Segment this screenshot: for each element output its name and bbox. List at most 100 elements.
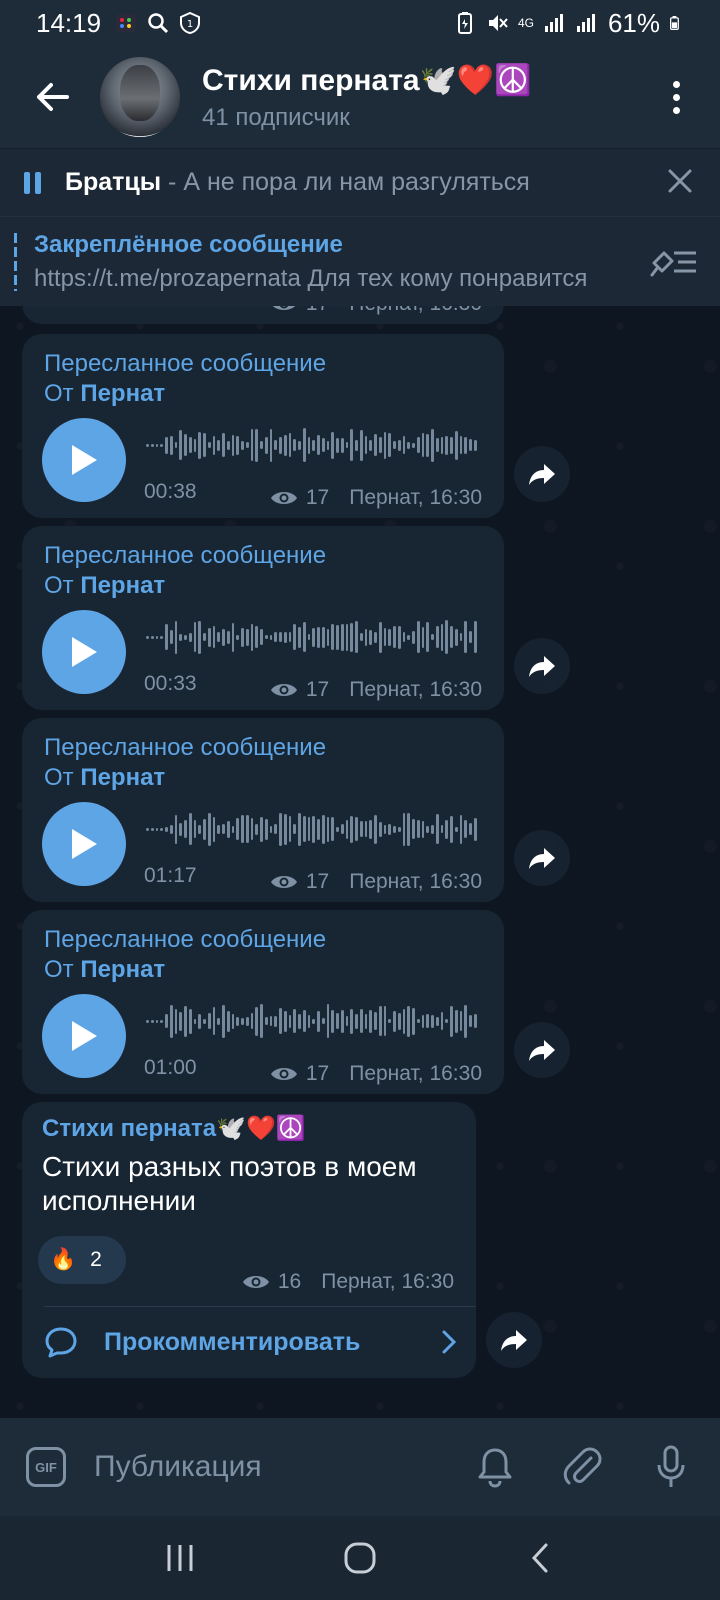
views-count: 17: [305, 486, 330, 509]
channel-avatar[interactable]: [100, 57, 180, 137]
channel-info[interactable]: Стихи перната🕊️❤️☮️ 41 подписчик: [202, 63, 532, 132]
waveform-bar: [459, 814, 463, 844]
waveform-bar: [302, 1010, 306, 1032]
waveform-bar: [350, 429, 353, 461]
waveform-bar: [174, 814, 178, 844]
chevron-right-icon: [442, 1330, 456, 1354]
forwarded-from[interactable]: От Пернат: [44, 764, 165, 792]
forwarded-from[interactable]: От Пернат: [44, 956, 165, 984]
share-button[interactable]: [514, 446, 570, 502]
forwarded-from-name[interactable]: Пернат: [80, 572, 165, 599]
waveform-bar: [302, 428, 306, 462]
author-time: Пернат, 16:30: [349, 678, 482, 701]
play-button[interactable]: [42, 802, 126, 886]
more-menu-button[interactable]: [666, 77, 686, 117]
waveform-bar: [355, 439, 358, 451]
waveform-bar: [279, 632, 282, 642]
forwarded-from-name[interactable]: Пернат: [80, 380, 165, 407]
status-time: 14:19: [36, 7, 102, 38]
waveform[interactable]: [146, 618, 477, 656]
play-icon: [72, 637, 97, 667]
bell-icon: [478, 1448, 512, 1488]
waveform[interactable]: [146, 1002, 477, 1040]
waveform-bar: [331, 1009, 334, 1033]
waveform-bar: [298, 440, 301, 450]
waveform-bar: [293, 1009, 296, 1033]
comment-button[interactable]: Прокомментировать: [44, 1320, 456, 1364]
voice-duration: 00:33: [144, 672, 197, 695]
waveform[interactable]: [146, 810, 477, 848]
forwarded-label: Пересланное сообщение: [44, 542, 327, 569]
attach-button[interactable]: [558, 1442, 608, 1492]
waveform[interactable]: [146, 426, 477, 464]
close-icon[interactable]: [666, 167, 694, 195]
share-button[interactable]: [514, 830, 570, 886]
notification-bell-button[interactable]: [470, 1442, 520, 1492]
waveform-bar: [321, 1018, 325, 1024]
chat-history[interactable]: 17 Пернат, 16:30 Пересланное сообщение О…: [0, 306, 720, 1418]
gif-icon[interactable]: GIF: [26, 1447, 66, 1487]
comment-label: Прокомментировать: [104, 1327, 361, 1356]
waveform-bar: [426, 825, 429, 833]
home-button[interactable]: [330, 1528, 390, 1588]
waveform-bar: [426, 433, 429, 457]
back-nav-button[interactable]: [510, 1528, 570, 1588]
play-button[interactable]: [42, 418, 126, 502]
waveform-bar: [255, 823, 258, 835]
waveform-bar: [331, 624, 334, 650]
waveform-bar: [260, 441, 263, 449]
author-time: Пернат, 16:30: [321, 1270, 454, 1293]
waveform-bar: [250, 429, 254, 461]
share-button[interactable]: [514, 1022, 570, 1078]
pinned-indicator: [14, 233, 17, 291]
share-arrow-icon: [501, 1330, 527, 1351]
waveform-bar: [250, 623, 254, 651]
waveform-bar: [298, 626, 301, 648]
views-count: 17: [305, 1062, 330, 1085]
play-icon: [72, 829, 97, 859]
audio-player-bar[interactable]: Братцы - А не пора ли нам разгуляться: [0, 148, 720, 216]
share-button[interactable]: [514, 638, 570, 694]
pause-icon[interactable]: [24, 171, 41, 194]
voice-record-button[interactable]: [646, 1442, 696, 1492]
waveform-bar: [236, 435, 239, 455]
pinned-list-icon[interactable]: [650, 243, 698, 279]
waveform-bar: [431, 1014, 434, 1028]
waveform-bar: [231, 622, 235, 652]
waveform-bar: [450, 626, 453, 648]
waveform-bar: [279, 812, 282, 846]
waveform-bar: [431, 634, 434, 640]
back-button[interactable]: [20, 65, 84, 129]
waveform-bar: [345, 442, 349, 448]
pinned-message-bar[interactable]: Закреплённое сообщение https://t.me/proz…: [0, 216, 720, 306]
voice-message[interactable]: Пересланное сообщение От Пернат 00:33 17…: [22, 526, 504, 710]
forwarded-from-name[interactable]: Пернат: [80, 764, 165, 791]
waveform-bar: [155, 443, 159, 447]
message-bubble-partial[interactable]: 17 Пернат, 16:30: [22, 306, 504, 324]
waveform-bar: [412, 1007, 415, 1035]
reaction-chip[interactable]: 🔥 2: [38, 1236, 126, 1284]
waveform-bar: [454, 628, 458, 646]
views-icon: [270, 876, 297, 888]
play-button[interactable]: [42, 994, 126, 1078]
voice-message[interactable]: Пересланное сообщение От Пернат 00:38 17…: [22, 334, 504, 518]
forwarded-from-name[interactable]: Пернат: [80, 956, 165, 983]
waveform-bar: [150, 443, 154, 447]
voice-message[interactable]: Пересланное сообщение От Пернат 01:00 17…: [22, 910, 504, 1094]
channel-post[interactable]: Стихи перната🕊️❤️☮️ Стихи разных поэтов …: [22, 1102, 476, 1378]
recent-apps-button[interactable]: [150, 1528, 210, 1588]
waveform-bar: [402, 632, 406, 642]
share-button[interactable]: [486, 1312, 542, 1368]
forwarded-from[interactable]: От Пернат: [44, 380, 165, 408]
voice-message[interactable]: Пересланное сообщение От Пернат 01:17 17…: [22, 718, 504, 902]
waveform-bar: [198, 431, 201, 459]
forwarded-from[interactable]: От Пернат: [44, 572, 165, 600]
waveform-bar: [345, 1016, 349, 1026]
app-notification-icon: [116, 14, 137, 32]
waveform-bar: [165, 624, 168, 650]
waveform-bar: [169, 1004, 173, 1038]
message-input[interactable]: Публикация: [94, 1450, 470, 1484]
play-button[interactable]: [42, 610, 126, 694]
waveform-bar: [350, 815, 353, 843]
waveform-bar: [212, 626, 216, 648]
